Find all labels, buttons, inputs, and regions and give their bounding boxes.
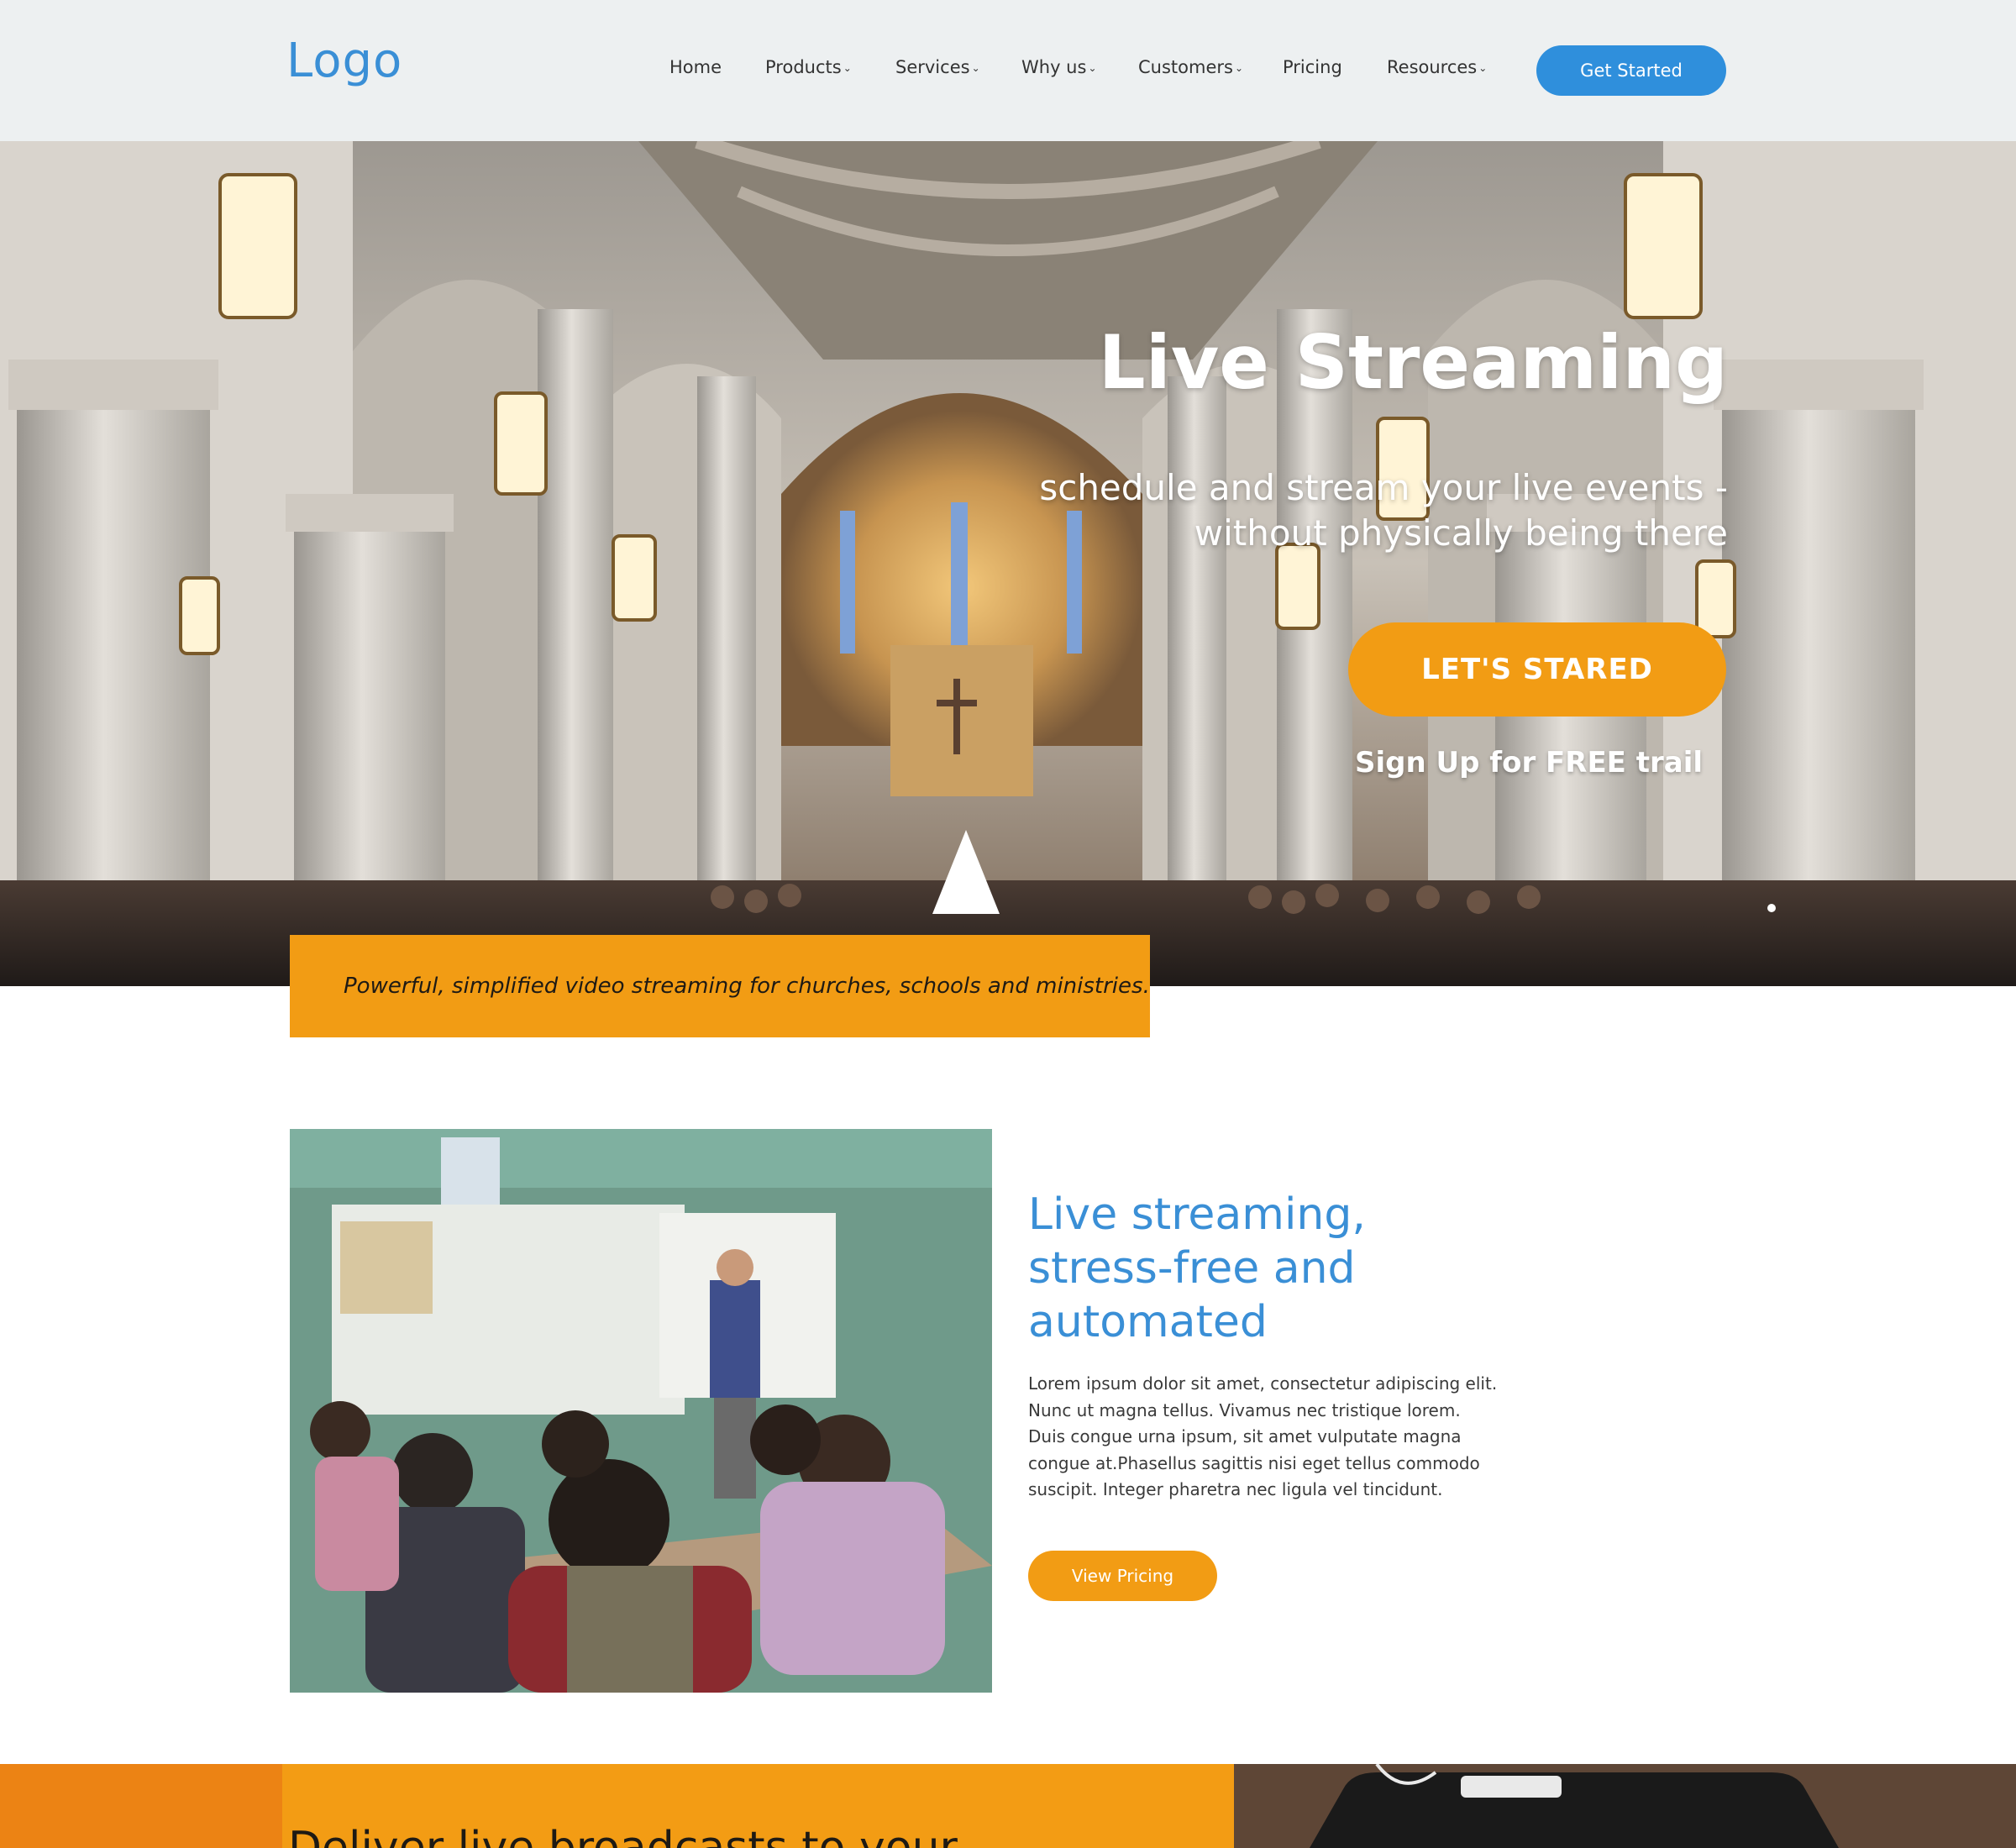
nav-item-customers[interactable]: Customers ⌄ [1138, 57, 1243, 84]
device-image [1234, 1764, 2016, 1848]
tagline-banner: Powerful, simplified video streaming for… [290, 935, 1150, 1037]
carousel-dot-indicator[interactable] [1767, 904, 1776, 912]
nav-label: Customers [1138, 57, 1233, 77]
nav-item-services[interactable]: Services ⌄ [895, 57, 980, 84]
logo[interactable]: Logo [286, 34, 402, 88]
hero-subtitle: schedule and stream your live events - w… [1039, 467, 1728, 554]
nav-label: Products [765, 57, 842, 77]
nav-item-products[interactable]: Products ⌄ [765, 57, 852, 84]
view-pricing-button[interactable]: View Pricing [1028, 1551, 1217, 1601]
hero-cathedral-image [0, 141, 2016, 986]
nav-label: Why us [1021, 57, 1087, 77]
nav-item-home[interactable]: Home [669, 57, 722, 84]
signup-free-trial-link[interactable]: Sign Up for FREE trail [1310, 746, 1747, 780]
site-header: Logo Home Products ⌄ Services ⌄ Why us ⌄ Cu… [0, 0, 2016, 141]
nav-item-why-us[interactable]: Why us ⌄ [1021, 57, 1097, 84]
get-started-button[interactable]: Get Started [1536, 45, 1726, 96]
chevron-down-icon: ⌄ [1234, 62, 1244, 74]
feature-title: Live streaming, stress-free and automate… [1028, 1189, 1366, 1347]
classroom-photo [290, 1129, 992, 1693]
tagline-text: Powerful, simplified video streaming for… [344, 974, 1150, 999]
nav-item-resources[interactable]: Resources ⌄ [1387, 57, 1487, 84]
chevron-down-icon: ⌄ [1088, 62, 1097, 74]
hero-section: Live Streaming schedule and stream your … [0, 141, 2016, 986]
chevron-down-icon: ⌄ [1478, 62, 1488, 74]
nav-item-pricing[interactable]: Pricing [1283, 57, 1342, 84]
nav-label: Resources [1387, 57, 1478, 77]
nav-label: Services [895, 57, 970, 77]
device-photo [1234, 1764, 2016, 1848]
nav-label: Home [669, 57, 722, 77]
feature-body: Lorem ipsum dolor sit amet, consectetur … [1028, 1373, 1498, 1499]
broadcast-heading: Deliver live broadcasts to your [288, 1823, 958, 1848]
classroom-image [290, 1129, 992, 1693]
chevron-down-icon: ⌄ [971, 62, 980, 74]
nav-label: Pricing [1283, 57, 1342, 77]
band-accent [0, 1764, 282, 1848]
chevron-down-icon: ⌄ [843, 62, 852, 74]
hero-title: Live Streaming [1098, 319, 1728, 406]
lets-started-button[interactable]: LET'S STARED [1348, 622, 1726, 717]
broadcast-section: Deliver live broadcasts to your [282, 1764, 1234, 1848]
